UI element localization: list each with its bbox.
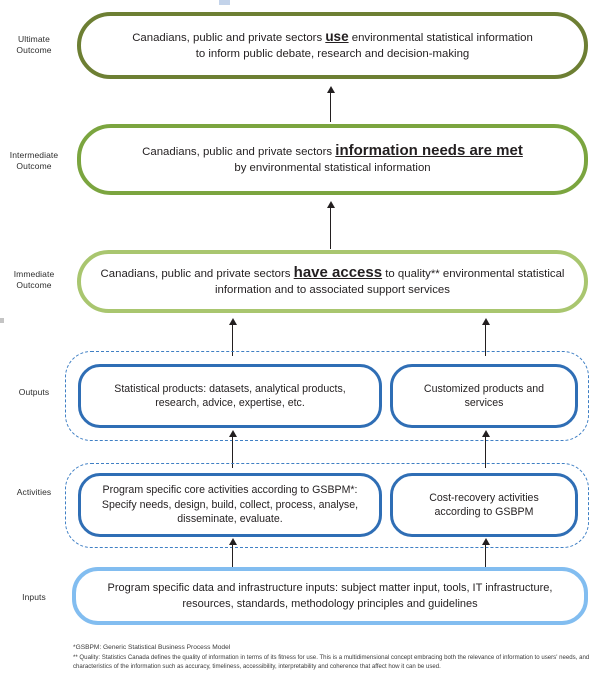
activities-cost-recovery-box: Cost-recovery activities according to GS… [390,473,578,537]
activities-core-activities-text: Program specific core activities accordi… [101,484,359,526]
arrow-immediate-to-intermediate [324,201,337,249]
immediate-outcome-emphasis: have access [293,264,383,281]
stage-label-ultimate-outcome: Ultimate Outcome [0,34,68,56]
activities-core-activities-box: Program specific core activities accordi… [78,473,382,537]
stage-label-immediate-outcome: Immediate Outcome [0,269,68,291]
stage-label-intermediate-line1: Intermediate [9,150,59,160]
outputs-customized-products-text: Customized products and services [423,382,545,410]
arrow-intermediate-to-ultimate [324,86,337,122]
immediate-outcome-pre: Canadians, public and private sectors [100,268,294,280]
immediate-outcome-box: Canadians, public and private sectors ha… [77,250,588,313]
intermediate-outcome-text: Canadians, public and private sectors in… [128,143,537,176]
stage-label-ultimate-line2: Outcome [16,45,52,55]
outputs-statistical-products-text: Statistical products: datasets, analytic… [114,382,346,410]
stage-label-immediate-line1: Immediate [13,269,55,279]
ultimate-outcome-line2: to inform public debate, research and de… [195,48,470,60]
stage-label-inputs: Inputs [0,592,68,603]
footnotes: *GSBPM: Generic Statistical Business Pro… [73,643,593,671]
image-artifact-top [219,0,230,5]
stage-label-ultimate-line1: Ultimate [18,34,50,44]
activities-cost-recovery-text: Cost-recovery activities according to GS… [429,491,539,519]
inputs-text: Program specific data and infrastructure… [107,582,553,610]
image-artifact-left [0,318,4,323]
intermediate-outcome-box: Canadians, public and private sectors in… [77,124,588,195]
stage-label-intermediate-outcome: Intermediate Outcome [0,150,68,172]
immediate-outcome-line2: information and to associated support se… [215,284,450,296]
ultimate-outcome-post: environmental statistical information [348,32,533,44]
outputs-customized-products-box: Customized products and services [390,364,578,428]
ultimate-outcome-pre: Canadians, public and private sectors [132,32,326,44]
stage-label-activities: Activities [0,487,68,498]
immediate-outcome-post: to quality** environmental statistical [382,268,565,280]
stage-label-intermediate-line2: Outcome [16,161,52,171]
ultimate-outcome-box: Canadians, public and private sectors us… [77,12,588,79]
footnote-quality: ** Quality: Statistics Canada defines th… [73,654,590,671]
outputs-statistical-products-box: Statistical products: datasets, analytic… [78,364,382,428]
intermediate-outcome-pre: Canadians, public and private sectors [142,146,336,158]
footnote-gsbpm: *GSBPM: Generic Statistical Business Pro… [73,644,231,651]
stage-label-activities-text: Activities [16,487,52,497]
stage-label-outputs-text: Outputs [18,387,50,397]
logic-model-diagram: Ultimate Outcome Canadians, public and p… [0,0,606,692]
ultimate-outcome-text: Canadians, public and private sectors us… [118,29,547,62]
intermediate-outcome-emphasis: information needs are met [335,142,523,159]
inputs-box: Program specific data and infrastructure… [72,567,588,625]
ultimate-outcome-emphasis: use [325,29,349,44]
stage-label-outputs: Outputs [0,387,68,398]
immediate-outcome-text: Canadians, public and private sectors ha… [87,265,579,298]
stage-label-inputs-text: Inputs [22,592,46,602]
stage-label-immediate-line2: Outcome [16,280,52,290]
intermediate-outcome-line2: by environmental statistical information [234,162,431,174]
